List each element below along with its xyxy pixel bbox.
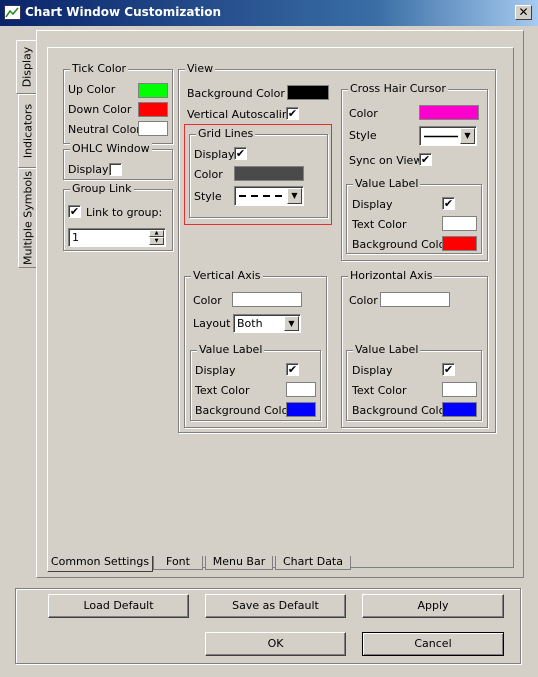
chevron-down-icon[interactable]: ▼	[460, 128, 475, 144]
dashed-line-sample	[239, 195, 285, 197]
haxis-vl-text-color-label: Text Color	[352, 384, 407, 397]
haxis-vl-text-color-swatch[interactable]	[442, 382, 477, 397]
vaxis-vl-display-checkbox[interactable]: ✔	[286, 363, 299, 376]
window-title: Chart Window Customization	[25, 5, 222, 19]
haxis-vl-bg-color-swatch[interactable]	[442, 402, 477, 417]
vaxis-vl-bg-color-label: Background Color	[195, 404, 293, 417]
view-background-color-label: Background Color	[187, 87, 285, 100]
haxis-color-label: Color	[349, 294, 378, 307]
up-color-swatch[interactable]	[138, 83, 168, 98]
vaxis-color-swatch[interactable]	[232, 292, 302, 307]
down-color-label: Down Color	[68, 103, 132, 116]
vaxis-vl-bg-color-swatch[interactable]	[286, 402, 316, 417]
save-as-default-button[interactable]: Save as Default	[205, 594, 346, 618]
ok-button[interactable]: OK	[205, 632, 346, 656]
vaxis-vl-display-label: Display	[195, 364, 236, 377]
crosshair-style-label: Style	[349, 129, 377, 142]
spin-down-button[interactable]: ▼	[149, 237, 164, 245]
sync-on-view-checkbox[interactable]: ✔	[419, 153, 432, 166]
grid-display-label: Display	[194, 148, 235, 161]
chevron-down-icon[interactable]: ▼	[284, 316, 299, 331]
vaxis-layout-label: Layout	[193, 317, 231, 330]
crosshair-style-dropdown[interactable]: ▼	[419, 126, 477, 146]
tab-display[interactable]: Display	[16, 40, 36, 94]
crosshair-vl-text-color-label: Text Color	[352, 218, 407, 231]
crosshair-color-label: Color	[349, 107, 378, 120]
neutral-color-label: Neutral Color	[68, 123, 141, 136]
vaxis-vl-text-color-label: Text Color	[195, 384, 250, 397]
crosshair-color-swatch[interactable]	[419, 105, 479, 120]
haxis-vl-bg-color-label: Background Color	[352, 404, 450, 417]
close-button[interactable]: ✕	[515, 5, 532, 20]
crosshair-vl-text-color-swatch[interactable]	[442, 216, 477, 231]
vaxis-layout-dropdown[interactable]: Both ▼	[233, 314, 301, 333]
vertical-autoscaling-checkbox[interactable]: ✔	[286, 107, 299, 120]
haxis-vl-display-label: Display	[352, 364, 393, 377]
tab-common-settings[interactable]: Common Settings	[47, 556, 153, 572]
neutral-color-swatch[interactable]	[138, 121, 168, 136]
grid-style-label: Style	[194, 190, 222, 203]
tab-menu-bar[interactable]: Menu Bar	[205, 556, 273, 570]
haxis-vl-display-checkbox[interactable]: ✔	[442, 363, 455, 376]
grid-display-checkbox[interactable]: ✔	[234, 147, 247, 160]
vaxis-color-label: Color	[193, 294, 222, 307]
vertical-autoscaling-label: Vertical Autoscaling	[187, 108, 296, 121]
view-background-color-swatch[interactable]	[287, 85, 329, 100]
apply-button[interactable]: Apply	[362, 594, 504, 618]
chart-app-icon	[4, 5, 21, 20]
group-number-spinner[interactable]: 1 ▲ ▼	[68, 228, 166, 247]
ohlc-display-label: Display	[68, 163, 109, 176]
tab-chart-data[interactable]: Chart Data	[275, 556, 351, 570]
link-to-group-label: Link to group:	[86, 206, 163, 219]
haxis-color-swatch[interactable]	[380, 292, 450, 307]
tab-indicators[interactable]: Indicators	[18, 94, 36, 168]
crosshair-vl-display-checkbox[interactable]: ✔	[442, 197, 455, 210]
tab-font[interactable]: Font	[153, 556, 203, 570]
up-color-label: Up Color	[68, 83, 116, 96]
crosshair-vl-bg-color-label: Background Color	[352, 238, 450, 251]
link-to-group-checkbox[interactable]: ✔	[68, 205, 81, 218]
vaxis-vl-text-color-swatch[interactable]	[286, 382, 316, 397]
grid-color-swatch[interactable]	[234, 166, 304, 181]
crosshair-vl-display-label: Display	[352, 198, 393, 211]
sync-on-view-label: Sync on View	[349, 154, 423, 167]
spin-up-button[interactable]: ▲	[149, 230, 164, 237]
crosshair-vl-bg-color-swatch[interactable]	[442, 236, 477, 251]
tab-multiple-symbols[interactable]: Multiple Symbols	[18, 168, 36, 268]
cancel-button[interactable]: Cancel	[362, 632, 504, 656]
down-color-swatch[interactable]	[138, 102, 168, 117]
load-default-button[interactable]: Load Default	[48, 594, 189, 618]
grid-color-label: Color	[194, 168, 223, 181]
ohlc-display-checkbox[interactable]	[109, 163, 122, 176]
grid-style-dropdown[interactable]: ▼	[234, 186, 304, 206]
chevron-down-icon[interactable]: ▼	[287, 188, 302, 204]
solid-line-sample	[424, 135, 458, 138]
